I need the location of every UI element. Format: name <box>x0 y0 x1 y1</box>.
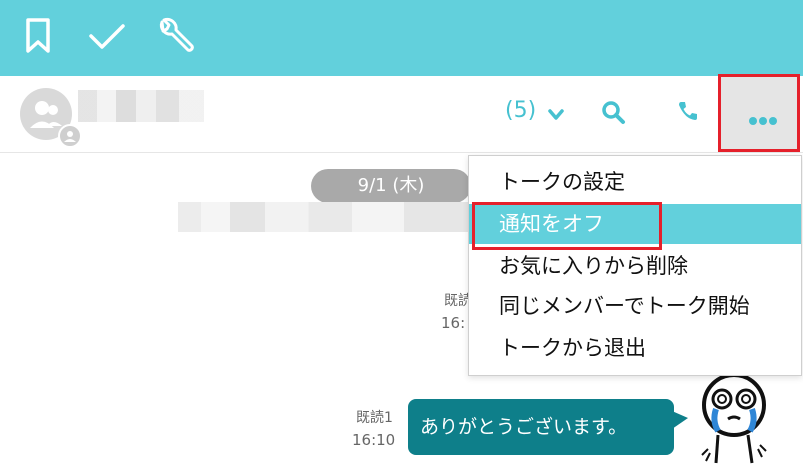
check-icon[interactable] <box>88 22 126 56</box>
search-icon[interactable] <box>600 99 626 129</box>
bookmark-icon[interactable] <box>24 18 52 58</box>
message-time: 16: <box>441 314 466 332</box>
system-message-blurred <box>178 202 468 232</box>
more-options-menu: トークの設定 通知をオフ お気に入りから削除 同じメンバーでトーク開始 トークか… <box>468 155 802 376</box>
message-bubble[interactable]: ありがとうございます。 <box>408 399 674 455</box>
menu-item-notifications-off[interactable]: 通知をオフ <box>469 204 801 244</box>
message-time: 16:10 <box>352 431 396 449</box>
chevron-down-icon[interactable] <box>548 106 564 125</box>
bubble-tail <box>672 411 688 433</box>
menu-item-remove-favorite[interactable]: お気に入りから削除 <box>469 246 801 286</box>
group-badge-icon <box>58 124 82 148</box>
chat-name-blurred <box>78 90 204 122</box>
top-toolbar <box>0 0 803 76</box>
read-label: 既読1 <box>356 410 393 426</box>
menu-item-talk-settings[interactable]: トークの設定 <box>469 162 801 202</box>
chat-header: (5) <box>0 76 803 153</box>
date-separator: 9/1 (木) <box>311 169 471 203</box>
more-icon <box>748 111 778 130</box>
wrench-icon[interactable] <box>154 16 196 62</box>
crying-sticker-icon[interactable] <box>688 371 800 475</box>
menu-item-new-talk-same-members[interactable]: 同じメンバーでトーク開始 <box>469 286 801 326</box>
menu-item-leave-talk[interactable]: トークから退出 <box>469 328 801 368</box>
more-options-button[interactable] <box>718 74 800 152</box>
member-count[interactable]: (5) <box>505 98 536 123</box>
phone-icon[interactable] <box>676 99 700 127</box>
